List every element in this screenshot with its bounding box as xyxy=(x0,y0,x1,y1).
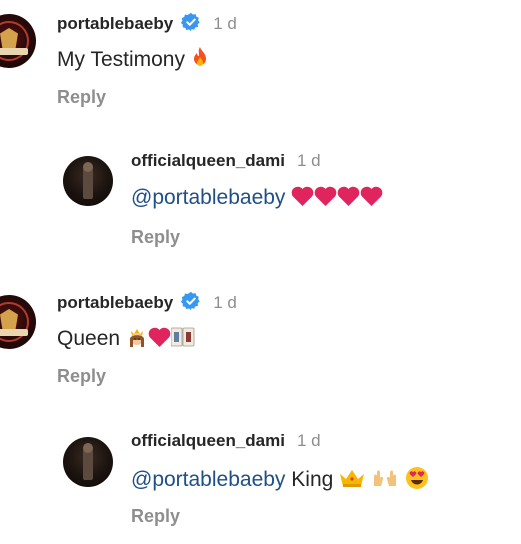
comment-text: @portablebaeby xyxy=(131,186,383,210)
reply-button[interactable]: Reply xyxy=(57,366,106,387)
mention-link[interactable]: @portablebaeby xyxy=(131,468,285,491)
timestamp: 1 d xyxy=(213,14,237,33)
avatar[interactable] xyxy=(0,14,36,68)
reply-button[interactable]: Reply xyxy=(131,227,180,248)
crown-icon xyxy=(340,470,365,487)
red-heart-icon xyxy=(360,186,383,207)
queen-card-icon xyxy=(170,327,195,347)
comment-text: @portablebaeby King xyxy=(131,466,429,492)
raising-hands-icon xyxy=(374,470,396,486)
princess-icon xyxy=(129,329,144,347)
comments-thread: portablebaeby 1 d My Testimony Reply offi… xyxy=(0,0,521,544)
red-heart-icon xyxy=(291,186,314,207)
avatar[interactable] xyxy=(0,295,36,349)
red-heart-icon xyxy=(337,186,360,207)
avatar[interactable] xyxy=(63,437,113,487)
reply-button[interactable]: Reply xyxy=(131,506,180,527)
fire-icon xyxy=(193,47,206,66)
heart-eyes-icon xyxy=(405,467,428,489)
comment-text: Queen xyxy=(57,326,195,351)
comment-text: My Testimony xyxy=(57,47,209,72)
red-heart-icon xyxy=(314,186,337,207)
verified-badge-icon xyxy=(181,12,200,32)
red-heart-icon xyxy=(148,327,171,348)
timestamp: 1 d xyxy=(296,431,321,450)
avatar[interactable] xyxy=(63,156,113,206)
reply-button[interactable]: Reply xyxy=(57,87,106,108)
verified-badge-icon xyxy=(181,291,200,311)
username[interactable]: officialqueen_dami xyxy=(131,431,285,450)
mention-link[interactable]: @portablebaeby xyxy=(131,186,285,209)
timestamp: 1 d xyxy=(296,151,321,170)
username[interactable]: portablebaeby xyxy=(57,14,173,33)
timestamp: 1 d xyxy=(213,293,237,312)
username[interactable]: portablebaeby xyxy=(57,293,173,312)
username[interactable]: officialqueen_dami xyxy=(131,151,285,170)
